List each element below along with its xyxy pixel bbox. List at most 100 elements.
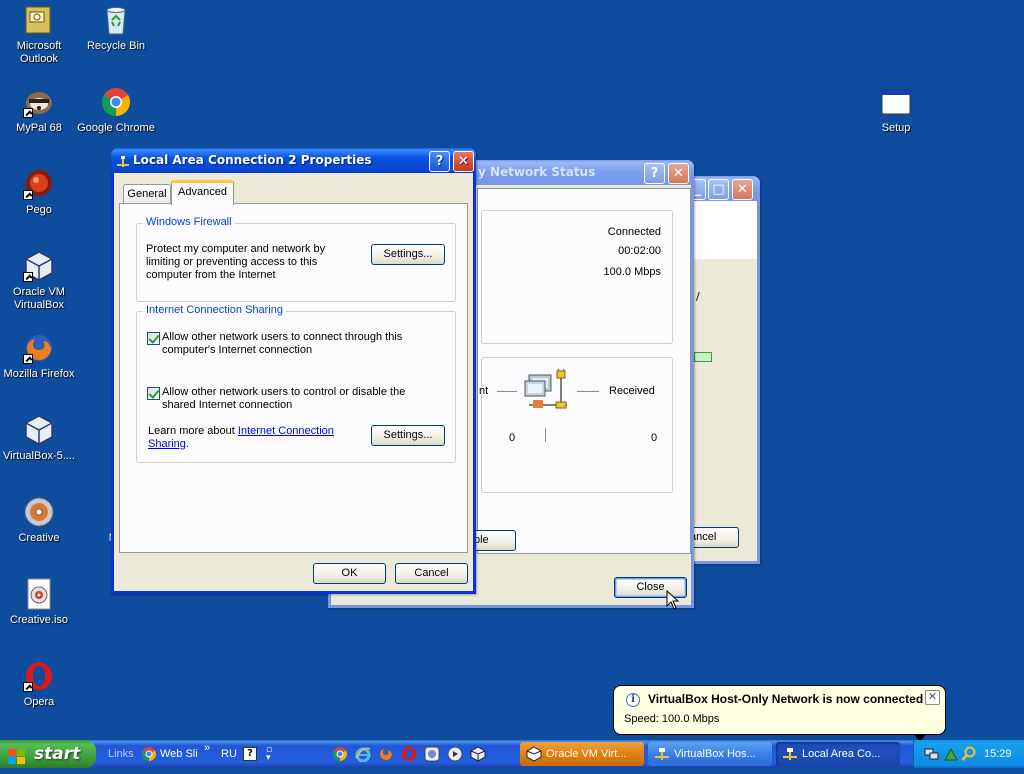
desktop-icon-creative[interactable]: Creative — [0, 496, 78, 545]
maximize-icon[interactable]: □ — [708, 179, 729, 200]
close-icon[interactable]: ✕ — [732, 179, 753, 200]
language-indicator[interactable]: RU — [221, 740, 237, 768]
notification-balloon[interactable]: i VirtualBox Host-Only Network is now co… — [613, 685, 946, 742]
desktop-icon-firefox[interactable]: Mozilla Firefox — [0, 332, 78, 381]
opera-quicklaunch-icon[interactable] — [401, 746, 417, 762]
allow-connect-label[interactable]: Allow other network users to connect thr… — [162, 331, 412, 357]
disc-icon — [23, 496, 55, 528]
clock[interactable]: 15:29 — [984, 740, 1012, 768]
learn-more-prefix: Learn more about — [148, 425, 238, 437]
desktop-icon-mypal[interactable]: MyPal 68 — [0, 86, 78, 135]
network-progress-icon — [694, 352, 712, 362]
web-slice-link[interactable]: Web Sli — [160, 740, 198, 768]
safely-remove-icon[interactable] — [943, 746, 959, 762]
firefox-quicklaunch-icon[interactable] — [378, 746, 394, 762]
cancel-button[interactable]: Cancel — [395, 563, 468, 584]
properties-window-title: Local Area Connection 2 Properties — [133, 153, 372, 167]
system-tray: 15:29 — [913, 740, 1024, 768]
tab-general[interactable]: General — [123, 184, 171, 204]
task-virtualbox-host[interactable]: VirtualBox Hos... — [648, 742, 772, 766]
ok-button[interactable]: OK — [313, 563, 386, 584]
properties-window[interactable]: Local Area Connection 2 Properties ? ✕ G… — [111, 148, 476, 594]
mouse-cursor-icon — [666, 589, 680, 610]
firefox-icon — [23, 332, 55, 364]
help-icon[interactable]: ? — [644, 163, 665, 184]
network-activity-icon — [521, 367, 571, 419]
status-value: Connected — [607, 226, 661, 238]
show-desktop-icon[interactable] — [447, 746, 463, 762]
desktop-icon-label: Google Chrome — [77, 122, 155, 134]
ics-help-link-continued[interactable]: Sharing — [148, 438, 186, 450]
status-window-title: y Network Status — [478, 165, 596, 179]
virtualbox-quicklaunch-icon[interactable] — [470, 746, 486, 762]
back-window-cancel-button[interactable]: ancel — [689, 527, 739, 548]
shortcut-arrow-icon — [23, 272, 33, 282]
duration-value: 00:02:00 — [618, 245, 661, 257]
chrome-icon — [100, 86, 132, 118]
internet-explorer-icon[interactable] — [355, 746, 371, 763]
network-tray-icon[interactable] — [924, 746, 940, 762]
network-connection-icon — [782, 746, 798, 762]
links-toolbar-label[interactable]: Links — [108, 740, 134, 768]
desktop-icon-label: VirtualBox-5.... — [3, 450, 75, 462]
desktop-icon-setup[interactable]: Setup — [857, 86, 935, 135]
toolbar-overflow-icon[interactable]: » — [204, 734, 210, 762]
desktop-icon-virtualbox[interactable]: Oracle VM VirtualBox — [0, 250, 78, 312]
desktop-icon-label: Creative.iso — [9, 614, 69, 626]
disable-button[interactable]: ble — [471, 530, 516, 551]
tab-advanced[interactable]: Advanced — [171, 180, 234, 205]
desktop-icon-opera[interactable]: Opera — [0, 660, 78, 709]
help-icon[interactable]: ? — [429, 151, 450, 172]
ics-settings-button[interactable]: Settings... — [371, 425, 445, 446]
back-window[interactable]: _ □ ✕ / ancel — [688, 176, 760, 564]
desktop-icon-label: Pego — [26, 204, 52, 216]
virtualbox-icon — [23, 250, 55, 282]
desktop-icon-label: Creative — [18, 532, 60, 544]
close-icon[interactable]: ✕ — [668, 163, 689, 184]
desktop-icon-recycle-bin[interactable]: Recycle Bin — [77, 4, 155, 53]
task-label: Local Area Co... — [802, 748, 881, 760]
sent-label: nt — [479, 385, 489, 397]
ics-help-link[interactable]: Internet Connection — [238, 425, 334, 437]
received-value: 0 — [651, 432, 658, 444]
firewall-settings-button[interactable]: Settings... — [371, 244, 445, 265]
shortcut-arrow-icon — [23, 682, 33, 692]
virtualbox-icon — [23, 414, 55, 446]
start-label: start — [34, 744, 81, 764]
window-app-icon — [880, 86, 912, 118]
desktop-icon-pego[interactable]: Pego — [0, 168, 78, 217]
desktop-icon-creative-iso[interactable]: Creative.iso — [0, 578, 78, 627]
opera-icon — [23, 660, 55, 692]
firewall-description: Protect my computer and network by limit… — [146, 243, 326, 281]
properties-window-titlebar[interactable]: Local Area Connection 2 Properties ? ✕ — [111, 148, 476, 173]
back-window-text-fragment: / — [696, 290, 700, 303]
start-button[interactable]: start — [0, 740, 96, 768]
desktop-icon-label: Mozilla Firefox — [3, 368, 75, 380]
balloon-title: VirtualBox Host-Only Network is now conn… — [648, 692, 924, 706]
task-local-area-connection[interactable]: Local Area Co... — [776, 742, 900, 766]
desktop-icon-label: MyPal 68 — [16, 122, 62, 134]
close-icon[interactable]: ✕ — [453, 151, 474, 172]
language-bar-options-icon[interactable]: ▫ ▾ — [266, 746, 276, 763]
allow-control-label[interactable]: Allow other network users to control or … — [162, 386, 412, 412]
chrome-quicklaunch-icon[interactable] — [332, 746, 348, 762]
desktop-icon-outlook[interactable]: Microsoft Outlook — [0, 4, 78, 66]
allow-control-checkbox[interactable] — [147, 387, 160, 400]
task-oracle-vm[interactable]: Oracle VM Virt... — [520, 742, 644, 766]
back-window-header-panel — [691, 201, 757, 259]
media-player-icon[interactable] — [424, 746, 440, 762]
balloon-close-icon[interactable]: ✕ — [925, 690, 940, 705]
desktop-icon-chrome[interactable]: Google Chrome — [77, 86, 155, 135]
help-icon[interactable]: ? — [243, 747, 257, 761]
chrome-icon[interactable] — [141, 746, 157, 762]
activity-group — [481, 357, 673, 493]
allow-connect-checkbox[interactable] — [147, 332, 160, 345]
activity-divider — [545, 428, 546, 442]
speed-value: 100.0 Mbps — [603, 266, 661, 278]
desktop-icon-virtualbox-installer[interactable]: VirtualBox-5.... — [0, 414, 78, 463]
search-icon[interactable] — [961, 746, 977, 762]
back-window-titlebar[interactable]: _ □ ✕ — [688, 176, 760, 201]
windows-flag-icon — [8, 746, 26, 764]
desktop-icon-label: Microsoft Outlook — [16, 40, 62, 65]
ics-legend: Internet Connection Sharing — [143, 304, 286, 316]
